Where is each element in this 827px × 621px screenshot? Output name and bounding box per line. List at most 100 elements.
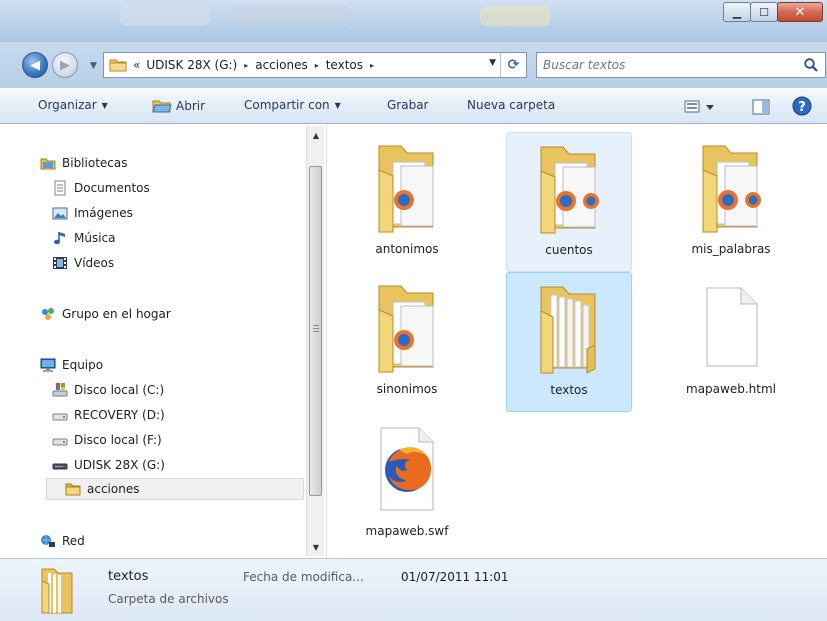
- sidebar-item-drive-g[interactable]: UDISK 28X (G:): [52, 454, 165, 476]
- chevron-down-icon: ▼: [101, 100, 108, 110]
- details-modified-label: Fecha de modifica...: [243, 570, 364, 584]
- glass-blur: [480, 6, 550, 26]
- maximize-button[interactable]: ☐: [750, 2, 778, 22]
- file-name: mis_palabras: [691, 242, 771, 256]
- libraries-icon: [40, 155, 56, 171]
- search-input[interactable]: [543, 58, 793, 72]
- file-item-antonimos[interactable]: antonimos: [344, 132, 470, 272]
- scroll-thumb[interactable]: [309, 166, 322, 496]
- sidebar-label: Bibliotecas: [62, 156, 128, 170]
- search-box[interactable]: [536, 52, 826, 78]
- sidebar-item-libraries[interactable]: Bibliotecas: [40, 152, 127, 174]
- sidebar-label: RECOVERY (D:): [74, 408, 165, 422]
- sidebar-item-network[interactable]: Red: [40, 530, 85, 552]
- address-history-dropdown[interactable]: ▼: [489, 58, 496, 68]
- firefox-folder-icon: [521, 141, 617, 237]
- preview-pane-button[interactable]: [752, 99, 770, 118]
- title-bar[interactable]: ▁ ☐ ✕: [0, 0, 827, 42]
- window-controls: ▁ ☐ ✕: [723, 2, 823, 22]
- music-icon: [52, 230, 68, 246]
- breadcrumb-separator-icon[interactable]: ▸: [244, 61, 248, 70]
- sidebar-item-acciones[interactable]: acciones: [46, 478, 304, 500]
- breadcrumb-item[interactable]: acciones: [255, 58, 307, 72]
- firefox-folder-icon: [359, 280, 455, 376]
- firefox-folder-icon: [359, 140, 455, 236]
- sidebar-label: Vídeos: [74, 256, 115, 270]
- file-item-mapaweb-swf[interactable]: mapaweb.swf: [344, 414, 470, 554]
- search-icon[interactable]: [803, 57, 819, 76]
- sidebar-item-music[interactable]: Música: [52, 227, 116, 249]
- sidebar-label: Grupo en el hogar: [62, 307, 171, 321]
- sidebar-item-drive-c[interactable]: Disco local (C:): [52, 379, 164, 401]
- recent-pages-dropdown[interactable]: ▼: [90, 61, 97, 71]
- details-name: textos: [108, 569, 149, 584]
- sidebar-item-homegroup[interactable]: Grupo en el hogar: [40, 303, 171, 325]
- breadcrumb-item[interactable]: textos: [326, 58, 363, 72]
- usb-drive-icon: [52, 457, 68, 473]
- sidebar-scrollbar[interactable]: ▲ ▼: [306, 126, 324, 556]
- open-button[interactable]: Abrir: [152, 98, 205, 114]
- svg-text:?: ?: [798, 100, 806, 115]
- file-name: mapaweb.swf: [365, 524, 449, 538]
- change-view-button[interactable]: [684, 99, 718, 118]
- breadcrumb-overflow[interactable]: «: [133, 58, 140, 72]
- sidebar-item-videos[interactable]: Vídeos: [52, 252, 114, 274]
- open-label: Abrir: [176, 99, 206, 113]
- sidebar-item-images[interactable]: Imágenes: [52, 202, 133, 224]
- open-folder-icon: [152, 100, 172, 113]
- forward-button[interactable]: ▶: [52, 52, 78, 78]
- file-name: cuentos: [545, 243, 593, 257]
- scroll-down-icon[interactable]: ▼: [307, 538, 325, 556]
- refresh-button[interactable]: ⟳: [500, 53, 526, 77]
- file-item-cuentos[interactable]: cuentos: [506, 132, 632, 272]
- chevron-down-icon: ▼: [334, 100, 341, 110]
- file-item-sinonimos[interactable]: sinonimos: [344, 272, 470, 412]
- new-folder-button[interactable]: Nueva carpeta: [467, 98, 555, 112]
- new-folder-label: Nueva carpeta: [467, 98, 556, 112]
- sidebar-label: Documentos: [74, 181, 150, 195]
- address-bar[interactable]: « UDISK 28X (G:) ▸ acciones ▸ textos ▸ ▼…: [103, 52, 527, 78]
- organize-label: Organizar: [38, 98, 97, 112]
- breadcrumb-separator-icon[interactable]: ▸: [370, 61, 374, 70]
- scroll-up-icon[interactable]: ▲: [307, 126, 325, 144]
- minimize-button[interactable]: ▁: [723, 2, 751, 22]
- videos-icon: [52, 255, 68, 271]
- breadcrumb-item[interactable]: UDISK 28X (G:): [146, 58, 237, 72]
- breadcrumb: « UDISK 28X (G:) ▸ acciones ▸ textos ▸: [133, 58, 381, 72]
- firefox-folder-icon: [683, 140, 779, 236]
- refresh-icon: ⟳: [507, 57, 520, 73]
- grip-icon: [313, 325, 319, 332]
- sidebar-item-drive-d[interactable]: RECOVERY (D:): [52, 404, 165, 426]
- documents-folder-icon: [521, 281, 617, 377]
- file-name: sinonimos: [376, 382, 438, 396]
- preview-pane-icon: [752, 99, 770, 115]
- details-pane: textos Carpeta de archivos Fecha de modi…: [0, 558, 827, 621]
- sidebar-item-drive-f[interactable]: Disco local (F:): [52, 429, 162, 451]
- minimize-icon: ▁: [732, 5, 742, 19]
- file-item-mapaweb-html[interactable]: mapaweb.html: [668, 272, 794, 412]
- sidebar-label: UDISK 28X (G:): [74, 458, 165, 472]
- view-icon: [684, 100, 714, 113]
- file-item-mis-palabras[interactable]: mis_palabras: [668, 132, 794, 272]
- file-item-textos[interactable]: textos: [506, 272, 632, 412]
- organize-button[interactable]: Organizar ▼: [38, 98, 108, 112]
- sidebar-item-documents[interactable]: Documentos: [52, 177, 150, 199]
- folder-icon: [65, 481, 81, 497]
- file-name: textos: [550, 383, 588, 397]
- homegroup-icon: [40, 306, 56, 322]
- breadcrumb-separator-icon[interactable]: ▸: [315, 61, 319, 70]
- sidebar-label: Música: [74, 231, 116, 245]
- burn-button[interactable]: Grabar: [387, 98, 429, 112]
- share-label: Compartir con: [244, 98, 330, 112]
- arrow-left-icon: ◀: [30, 57, 40, 73]
- back-button[interactable]: ◀: [22, 52, 48, 78]
- details-type: Carpeta de archivos: [108, 592, 229, 606]
- share-button[interactable]: Compartir con ▼: [244, 98, 341, 112]
- sidebar-label: Red: [62, 534, 85, 548]
- close-button[interactable]: ✕: [777, 2, 823, 22]
- sidebar-item-computer[interactable]: Equipo: [40, 354, 103, 376]
- address-row: ◀ ▶ ▼ « UDISK 28X (G:) ▸ acciones ▸ text…: [0, 42, 827, 88]
- folder-icon: [109, 58, 127, 72]
- help-button[interactable]: ?: [792, 96, 812, 119]
- burn-label: Grabar: [387, 98, 429, 112]
